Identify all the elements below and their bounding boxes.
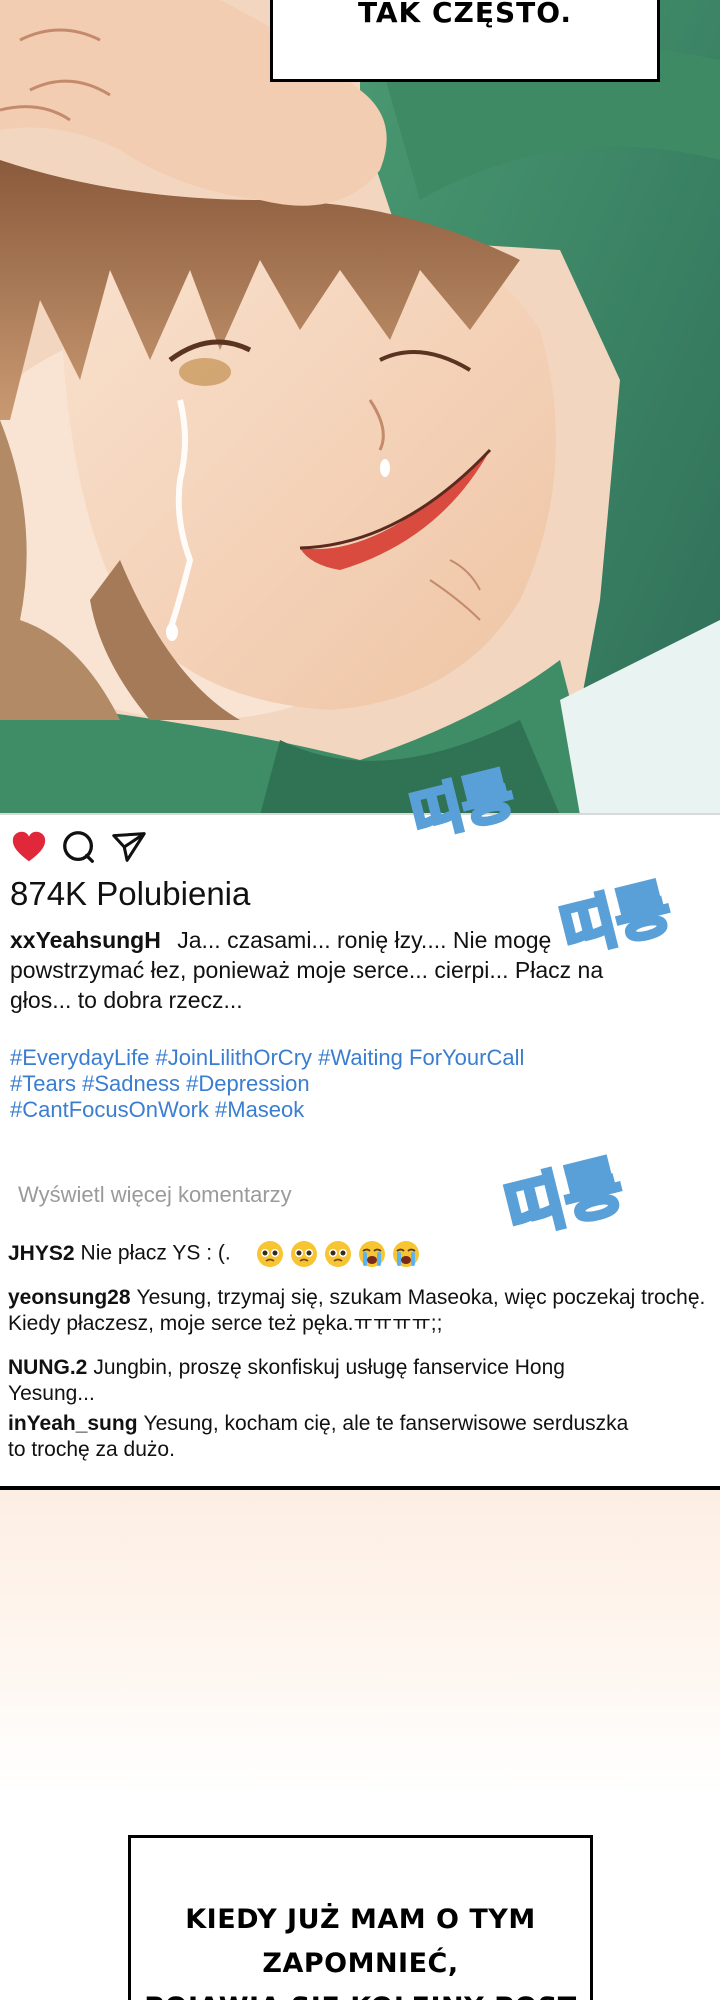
sfx-text: 띠롱 — [405, 762, 521, 850]
view-more-comments-link[interactable]: Wyświetl więcej komentarzy — [18, 1182, 292, 1208]
comment: inYeah_sung Yesung, kocham cię, ale te fa… — [8, 1411, 648, 1463]
hashtags: #EverydayLife #JoinLilithOrCry #Waiting … — [10, 1045, 610, 1123]
loudly-crying-face-icon — [358, 1241, 385, 1267]
loudly-crying-face-icon — [392, 1241, 419, 1267]
comment-username[interactable]: NUNG.2 — [8, 1356, 87, 1379]
comment: yeonsung28 Yesung, trzymaj się, szukam Ma… — [8, 1285, 708, 1337]
share-icon[interactable] — [110, 828, 148, 866]
sfx-text: 띠롱 — [554, 872, 678, 967]
top-caption-box: TAK CZĘSTO. — [270, 0, 660, 82]
manga-illustration: TAK CZĘSTO. — [0, 0, 720, 815]
emoji-row — [255, 1239, 421, 1269]
bottom-caption-box: KIEDY JUŻ MAM O TYM ZAPOMNIEĆ, POJAWIA S… — [128, 1835, 593, 2000]
comment: NUNG.2 Jungbin, proszę skonfiskuj usługę … — [8, 1355, 608, 1407]
comment-username[interactable]: yeonsung28 — [8, 1286, 131, 1309]
sfx-ping: 띠롱 — [496, 1147, 632, 1251]
comment-icon[interactable] — [60, 828, 98, 866]
comment-username[interactable]: inYeah_sung — [8, 1412, 138, 1435]
top-caption-text: TAK CZĘSTO. — [357, 0, 573, 29]
post-caption: xxYeahsungH Ja... czasami... ronię łzy..… — [10, 925, 610, 1015]
pleading-face-icon — [290, 1241, 317, 1267]
hashtag-line[interactable]: #EverydayLife #JoinLilithOrCry #Waiting … — [10, 1045, 610, 1071]
likes-count: 874K Polubienia — [10, 875, 251, 912]
sfx-text: 띠롱 — [498, 1149, 630, 1249]
crying-character-art — [0, 0, 720, 813]
comment-username[interactable]: JHYS2 — [8, 1242, 75, 1265]
post-username[interactable]: xxYeahsungH — [10, 927, 161, 953]
post-action-bar — [10, 827, 148, 867]
pleading-face-icon — [324, 1241, 351, 1267]
heart-icon[interactable] — [10, 828, 48, 866]
hashtag-line[interactable]: #Tears #Sadness #Depression — [10, 1071, 610, 1097]
bottom-caption-line: POJAWIA SIĘ KOLEJNY POST — [131, 1986, 590, 2000]
bottom-caption-line: KIEDY JUŻ MAM O TYM ZAPOMNIEĆ, — [185, 1904, 536, 1979]
comment-text: Jungbin, proszę skonfiskuj usługę fanser… — [8, 1356, 565, 1405]
sfx-ping: 띠롱 — [552, 870, 680, 969]
hashtag-line[interactable]: #CantFocusOnWork #Maseok — [10, 1097, 610, 1123]
pleading-face-icon — [256, 1241, 283, 1267]
lower-panel: KIEDY JUŻ MAM O TYM ZAPOMNIEĆ, POJAWIA S… — [0, 1490, 720, 2000]
sfx-ping: 띠롱 — [403, 760, 523, 852]
comment-text: Nie płacz YS : (. — [80, 1241, 231, 1265]
